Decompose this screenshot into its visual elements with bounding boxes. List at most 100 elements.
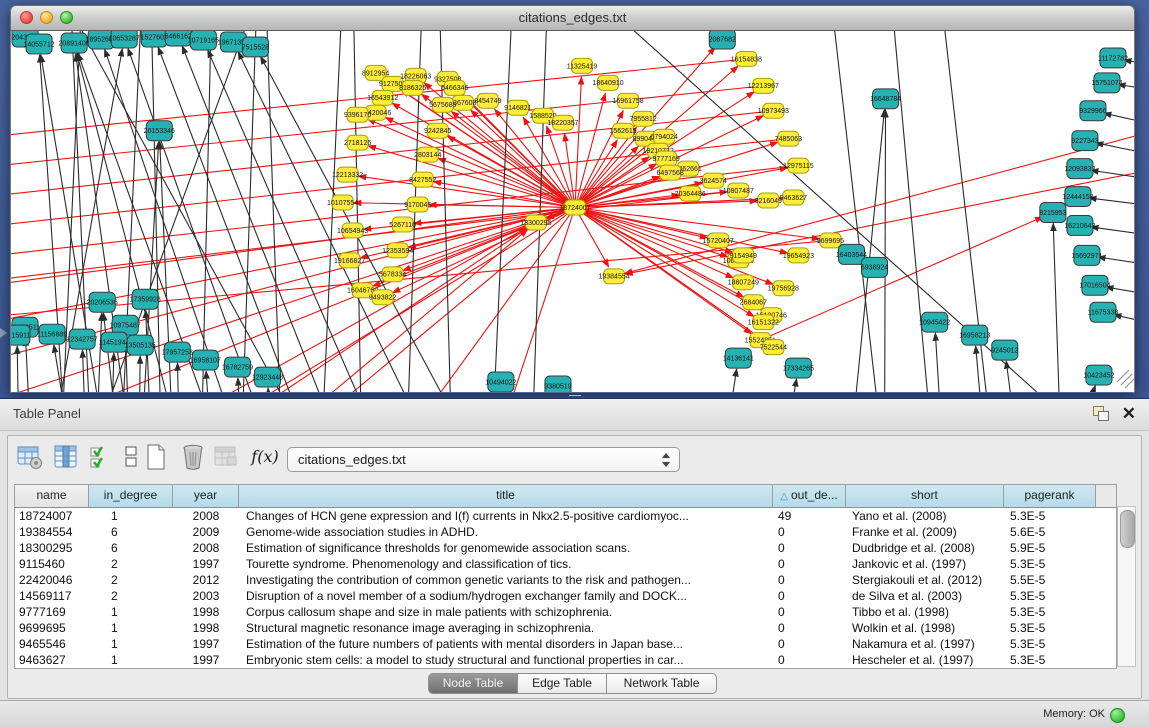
graph-node-12213332[interactable]: 12213332 <box>332 167 363 182</box>
graph-node-9777169[interactable]: 9777169 <box>653 151 680 166</box>
graph-node-6497568[interactable]: 6497568 <box>657 165 684 180</box>
graph-node-9245012[interactable]: 9245012 <box>991 340 1018 360</box>
graph-node-10107554[interactable]: 10107554 <box>327 195 358 210</box>
column-header-in-degree[interactable]: in_degree <box>89 485 173 507</box>
graph-node-16958213[interactable]: 16958213 <box>959 325 990 345</box>
table-row[interactable]: 1872400712008Changes of HCN gene express… <box>15 508 1116 524</box>
graph-node-16958107[interactable]: 16958107 <box>190 350 221 370</box>
graph-node-12353594[interactable]: 12353594 <box>382 243 413 258</box>
column-header-out-de-[interactable]: △out_de... <box>773 485 846 507</box>
graph-node-8427552[interactable]: 8427552 <box>409 172 436 187</box>
graph-node-10653287[interactable]: 10653287 <box>109 31 140 48</box>
column-header-short[interactable]: short <box>846 485 1004 507</box>
close-icon[interactable]: ✕ <box>1122 403 1136 425</box>
table-row[interactable]: 2242004622012Investigating the contribut… <box>15 572 1116 588</box>
select-columns-icon[interactable] <box>88 443 116 471</box>
column-header-name[interactable]: name <box>15 485 89 507</box>
graph-node-2803144[interactable]: 2803144 <box>414 147 441 162</box>
table-selector-dropdown[interactable]: citations_edges.txt <box>287 447 680 472</box>
graph-node-11172782[interactable]: 11172782 <box>1098 48 1128 68</box>
graph-node-20206536[interactable]: 20206536 <box>87 292 118 312</box>
table-row[interactable]: 977716911998Corpus callosum shape and si… <box>15 604 1116 620</box>
graph-node-3624574[interactable]: 3624574 <box>700 173 727 188</box>
graph-node-12213967[interactable]: 12213967 <box>748 78 779 93</box>
graph-node-3915911[interactable]: 3915911 <box>11 325 30 345</box>
table-scrollbar[interactable] <box>1117 506 1136 667</box>
table-row[interactable]: 1938455462009Genome-wide association stu… <box>15 524 1116 540</box>
graph-node-20153346[interactable]: 20153346 <box>144 121 175 141</box>
table-row[interactable]: 911546021997Tourette syndrome. Phenomeno… <box>15 556 1116 572</box>
citation-network-graph[interactable]: 1872400789129549127508182260638186325932… <box>11 31 1134 392</box>
graph-node-12093832[interactable]: 12093832 <box>1064 159 1095 179</box>
graph-node-14136141[interactable]: 14136141 <box>723 348 754 368</box>
column-header-year[interactable]: year <box>173 485 239 507</box>
graph-node-14055712[interactable]: 14055712 <box>23 34 54 54</box>
graph-node-12923448[interactable]: 12923448 <box>252 367 283 387</box>
graph-node-8454749[interactable]: 8454749 <box>474 93 501 108</box>
graph-node-9463627[interactable]: 9463627 <box>780 190 807 205</box>
graph-node-10423452[interactable]: 10423452 <box>1083 365 1114 385</box>
graph-node-19756928[interactable]: 19756928 <box>768 281 799 296</box>
graph-node-8216049[interactable]: 8216049 <box>755 193 782 208</box>
graph-node-15692971[interactable]: 15692971 <box>1071 245 1102 265</box>
function-builder-icon[interactable]: f(x) <box>248 443 282 471</box>
graph-node-6794024[interactable]: 6794024 <box>651 129 678 144</box>
graph-node-5466346[interactable]: 5466346 <box>441 80 468 95</box>
table-row[interactable]: 946554611997Estimation of the future num… <box>15 636 1116 652</box>
graph-node-8215953[interactable]: 8215953 <box>1039 203 1066 223</box>
network-view-window[interactable]: citations_edges.txt 18724007891295491275… <box>10 5 1135 392</box>
tab-node-table[interactable]: Node Table <box>428 673 518 694</box>
table-row[interactable]: 946362711997Embryonic stem cells: a mode… <box>15 652 1116 668</box>
graph-node-9146821[interactable]: 9146821 <box>504 100 531 115</box>
column-header-pagerank[interactable]: pagerank <box>1004 485 1096 507</box>
tab-edge-table[interactable]: Edge Table <box>518 673 607 694</box>
tab-network-table[interactable]: Network Table <box>607 673 717 694</box>
graph-node-2087682[interactable]: 2087682 <box>709 31 736 49</box>
graph-node-10807487[interactable]: 10807487 <box>723 183 754 198</box>
graph-node-9170045[interactable]: 9170045 <box>404 197 431 212</box>
graph-node-15751074[interactable]: 15751074 <box>1091 73 1122 93</box>
graph-node-10719165[interactable]: 10719165 <box>188 31 219 50</box>
graph-node-19166827[interactable]: 19166827 <box>334 253 365 268</box>
graph-node-2718126[interactable]: 2718126 <box>344 135 371 150</box>
graph-node-9154949[interactable]: 9154949 <box>730 248 757 263</box>
graph-node-5678334[interactable]: 5678334 <box>379 267 406 282</box>
graph-node-9227343[interactable]: 9227343 <box>1071 131 1098 151</box>
network-canvas[interactable]: 1872400789129549127508182260638186325932… <box>10 31 1135 393</box>
graph-node-16782759[interactable]: 16782759 <box>222 357 253 377</box>
graph-node-16210643[interactable]: 16210643 <box>1064 215 1095 235</box>
graph-node-11675338[interactable]: 11675338 <box>1088 302 1119 322</box>
graph-node-11325419[interactable]: 11325419 <box>567 58 598 73</box>
table-row[interactable]: 1456911722003Disruption of a novel membe… <box>15 588 1116 604</box>
graph-node-17334265[interactable]: 17334265 <box>783 358 814 378</box>
new-column-icon[interactable] <box>142 443 170 471</box>
graph-node-7522544[interactable]: 7522544 <box>760 340 787 355</box>
graph-node-7515528[interactable]: 7515528 <box>242 37 269 57</box>
window-titlebar[interactable]: citations_edges.txt <box>10 5 1135 31</box>
table-row[interactable]: 1830029562008Estimation of significance … <box>15 540 1116 556</box>
graph-node-17016504[interactable]: 17016504 <box>1079 275 1110 295</box>
table-scrollbar-thumb[interactable] <box>1120 510 1135 548</box>
graph-node-18640910[interactable]: 18640910 <box>592 75 623 90</box>
graph-node-5267110[interactable]: 5267110 <box>389 217 416 232</box>
graph-node-9242845[interactable]: 9242845 <box>424 123 451 138</box>
graph-node-9329966[interactable]: 9329966 <box>1079 101 1106 121</box>
graph-node-13505135[interactable]: 13505135 <box>125 335 156 355</box>
graph-node-2684067[interactable]: 2684067 <box>740 295 767 310</box>
graph-node-17359928[interactable]: 17359928 <box>130 289 161 309</box>
graph-node-12975115[interactable]: 12975115 <box>783 158 814 173</box>
graph-node-16648784[interactable]: 16648784 <box>870 89 901 109</box>
graph-node-8186325[interactable]: 8186325 <box>399 80 426 95</box>
graph-node-11156889[interactable]: 11156889 <box>37 324 67 344</box>
table-row[interactable]: 969969511998Structural magnetic resonanc… <box>15 620 1116 636</box>
graph-node-12444158[interactable]: 12444158 <box>1062 187 1093 207</box>
graph-node-7485063[interactable]: 7485063 <box>775 131 802 146</box>
graph-node-17957253[interactable]: 17957253 <box>162 342 193 362</box>
graph-node-16543912[interactable]: 16543912 <box>367 90 398 105</box>
graph-node-19384554[interactable]: 19384554 <box>598 269 629 284</box>
graph-node-16154838[interactable]: 16154838 <box>731 51 762 66</box>
graph-node-6938924[interactable]: 6938924 <box>861 257 888 277</box>
graph-node-10494022[interactable]: 10494022 <box>485 372 516 392</box>
delete-column-icon[interactable] <box>180 443 208 471</box>
graph-node-9493822[interactable]: 9493822 <box>369 290 396 305</box>
